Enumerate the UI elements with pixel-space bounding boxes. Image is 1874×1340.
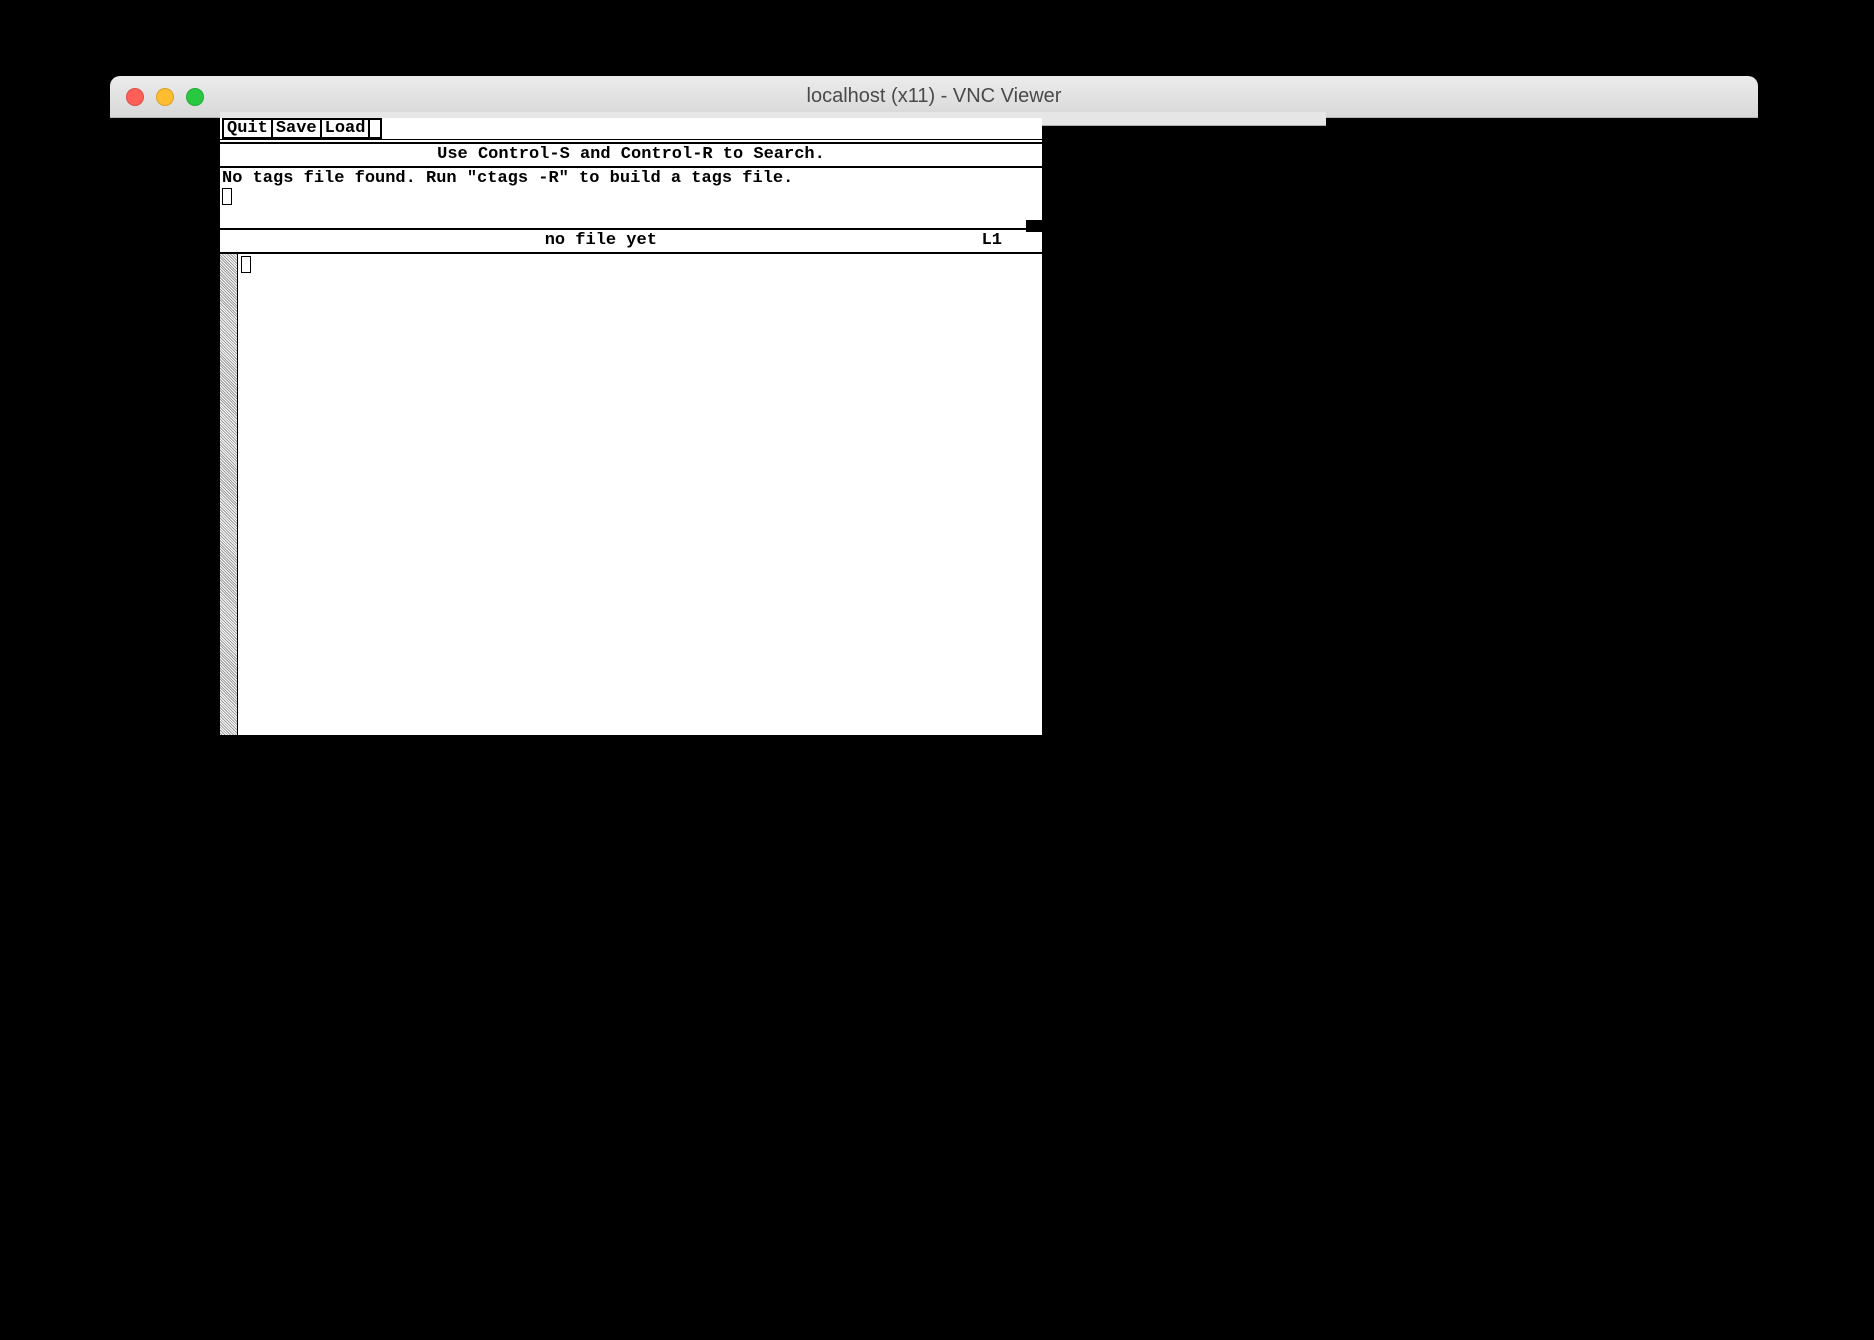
minimize-button[interactable]	[156, 88, 174, 106]
mac-window: localhost (x11) - VNC Viewer Quit Save L…	[110, 76, 1758, 1186]
help-line: Use Control-S and Control-R to Search.	[220, 142, 1042, 168]
edit-area	[220, 254, 1042, 735]
status-filename: no file yet	[220, 230, 982, 252]
save-button[interactable]: Save	[271, 118, 322, 139]
message-cursor	[222, 188, 232, 205]
editor-cursor	[241, 256, 251, 273]
vnc-desktop[interactable]: Quit Save Load Use Control-S and Control…	[110, 118, 1758, 1186]
message-area: No tags file found. Run "ctags -R" to bu…	[220, 168, 1042, 230]
quit-button[interactable]: Quit	[222, 118, 273, 139]
menu-spacer[interactable]	[368, 118, 382, 139]
load-button[interactable]: Load	[320, 118, 371, 139]
status-line-indicator: L1	[982, 230, 1042, 252]
editor-menubar: Quit Save Load	[220, 118, 1042, 140]
editor-text-area[interactable]	[238, 254, 1042, 735]
editor-gutter[interactable]	[220, 254, 238, 735]
message-scroll-handle[interactable]	[1026, 220, 1042, 232]
close-button[interactable]	[126, 88, 144, 106]
editor-window: Quit Save Load Use Control-S and Control…	[220, 118, 1042, 735]
status-bar: no file yet L1	[220, 230, 1042, 254]
window-title: localhost (x11) - VNC Viewer	[110, 85, 1758, 108]
zoom-button[interactable]	[186, 88, 204, 106]
traffic-lights	[110, 88, 204, 106]
message-text: No tags file found. Run "ctags -R" to bu…	[222, 169, 1040, 188]
